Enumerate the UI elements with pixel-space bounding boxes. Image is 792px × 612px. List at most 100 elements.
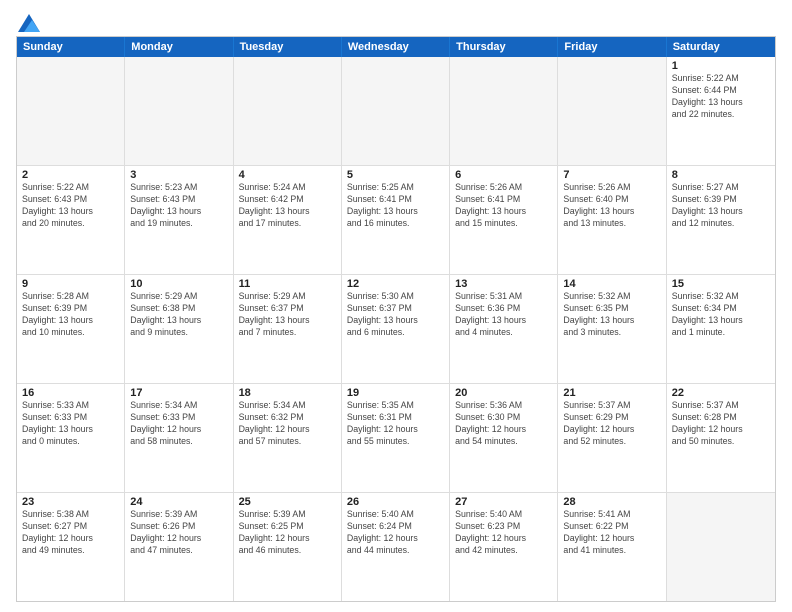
day-number: 17	[130, 387, 227, 399]
cal-cell	[234, 57, 342, 165]
calendar-body: 1Sunrise: 5:22 AM Sunset: 6:44 PM Daylig…	[17, 57, 775, 601]
cal-cell	[450, 57, 558, 165]
day-info: Sunrise: 5:28 AM Sunset: 6:39 PM Dayligh…	[22, 291, 119, 339]
calendar-header: SundayMondayTuesdayWednesdayThursdayFrid…	[17, 37, 775, 57]
cal-cell: 2Sunrise: 5:22 AM Sunset: 6:43 PM Daylig…	[17, 166, 125, 274]
day-number: 16	[22, 387, 119, 399]
calendar-row-2: 2Sunrise: 5:22 AM Sunset: 6:43 PM Daylig…	[17, 165, 775, 274]
day-info: Sunrise: 5:39 AM Sunset: 6:25 PM Dayligh…	[239, 509, 336, 557]
cal-cell: 3Sunrise: 5:23 AM Sunset: 6:43 PM Daylig…	[125, 166, 233, 274]
day-info: Sunrise: 5:35 AM Sunset: 6:31 PM Dayligh…	[347, 400, 444, 448]
cal-cell: 14Sunrise: 5:32 AM Sunset: 6:35 PM Dayli…	[558, 275, 666, 383]
cal-cell: 6Sunrise: 5:26 AM Sunset: 6:41 PM Daylig…	[450, 166, 558, 274]
day-number: 9	[22, 278, 119, 290]
day-info: Sunrise: 5:30 AM Sunset: 6:37 PM Dayligh…	[347, 291, 444, 339]
day-number: 12	[347, 278, 444, 290]
cal-cell	[667, 493, 775, 601]
day-number: 28	[563, 496, 660, 508]
cal-cell: 8Sunrise: 5:27 AM Sunset: 6:39 PM Daylig…	[667, 166, 775, 274]
cal-cell: 10Sunrise: 5:29 AM Sunset: 6:38 PM Dayli…	[125, 275, 233, 383]
day-info: Sunrise: 5:29 AM Sunset: 6:37 PM Dayligh…	[239, 291, 336, 339]
header-day-tuesday: Tuesday	[234, 37, 342, 57]
day-number: 8	[672, 169, 770, 181]
day-number: 4	[239, 169, 336, 181]
cal-cell: 11Sunrise: 5:29 AM Sunset: 6:37 PM Dayli…	[234, 275, 342, 383]
calendar: SundayMondayTuesdayWednesdayThursdayFrid…	[16, 36, 776, 602]
cal-cell: 25Sunrise: 5:39 AM Sunset: 6:25 PM Dayli…	[234, 493, 342, 601]
day-number: 18	[239, 387, 336, 399]
day-info: Sunrise: 5:24 AM Sunset: 6:42 PM Dayligh…	[239, 182, 336, 230]
day-number: 2	[22, 169, 119, 181]
cal-cell: 19Sunrise: 5:35 AM Sunset: 6:31 PM Dayli…	[342, 384, 450, 492]
day-number: 22	[672, 387, 770, 399]
day-info: Sunrise: 5:25 AM Sunset: 6:41 PM Dayligh…	[347, 182, 444, 230]
day-number: 23	[22, 496, 119, 508]
day-info: Sunrise: 5:32 AM Sunset: 6:34 PM Dayligh…	[672, 291, 770, 339]
cal-cell: 1Sunrise: 5:22 AM Sunset: 6:44 PM Daylig…	[667, 57, 775, 165]
cal-cell: 4Sunrise: 5:24 AM Sunset: 6:42 PM Daylig…	[234, 166, 342, 274]
day-number: 10	[130, 278, 227, 290]
day-info: Sunrise: 5:22 AM Sunset: 6:44 PM Dayligh…	[672, 73, 770, 121]
page: SundayMondayTuesdayWednesdayThursdayFrid…	[0, 0, 792, 612]
calendar-row-1: 1Sunrise: 5:22 AM Sunset: 6:44 PM Daylig…	[17, 57, 775, 165]
cal-cell: 7Sunrise: 5:26 AM Sunset: 6:40 PM Daylig…	[558, 166, 666, 274]
day-info: Sunrise: 5:39 AM Sunset: 6:26 PM Dayligh…	[130, 509, 227, 557]
cal-cell: 28Sunrise: 5:41 AM Sunset: 6:22 PM Dayli…	[558, 493, 666, 601]
cal-cell	[125, 57, 233, 165]
header-day-monday: Monday	[125, 37, 233, 57]
day-info: Sunrise: 5:37 AM Sunset: 6:28 PM Dayligh…	[672, 400, 770, 448]
day-info: Sunrise: 5:27 AM Sunset: 6:39 PM Dayligh…	[672, 182, 770, 230]
cal-cell: 9Sunrise: 5:28 AM Sunset: 6:39 PM Daylig…	[17, 275, 125, 383]
header-day-sunday: Sunday	[17, 37, 125, 57]
header	[16, 16, 776, 28]
header-day-saturday: Saturday	[667, 37, 775, 57]
day-info: Sunrise: 5:37 AM Sunset: 6:29 PM Dayligh…	[563, 400, 660, 448]
calendar-row-4: 16Sunrise: 5:33 AM Sunset: 6:33 PM Dayli…	[17, 383, 775, 492]
day-number: 13	[455, 278, 552, 290]
cal-cell: 23Sunrise: 5:38 AM Sunset: 6:27 PM Dayli…	[17, 493, 125, 601]
cal-cell: 20Sunrise: 5:36 AM Sunset: 6:30 PM Dayli…	[450, 384, 558, 492]
cal-cell: 17Sunrise: 5:34 AM Sunset: 6:33 PM Dayli…	[125, 384, 233, 492]
day-number: 6	[455, 169, 552, 181]
day-number: 27	[455, 496, 552, 508]
day-info: Sunrise: 5:23 AM Sunset: 6:43 PM Dayligh…	[130, 182, 227, 230]
cal-cell: 16Sunrise: 5:33 AM Sunset: 6:33 PM Dayli…	[17, 384, 125, 492]
day-number: 11	[239, 278, 336, 290]
day-number: 3	[130, 169, 227, 181]
day-info: Sunrise: 5:34 AM Sunset: 6:32 PM Dayligh…	[239, 400, 336, 448]
day-info: Sunrise: 5:38 AM Sunset: 6:27 PM Dayligh…	[22, 509, 119, 557]
cal-cell: 15Sunrise: 5:32 AM Sunset: 6:34 PM Dayli…	[667, 275, 775, 383]
day-number: 15	[672, 278, 770, 290]
cal-cell	[342, 57, 450, 165]
day-info: Sunrise: 5:26 AM Sunset: 6:41 PM Dayligh…	[455, 182, 552, 230]
day-info: Sunrise: 5:36 AM Sunset: 6:30 PM Dayligh…	[455, 400, 552, 448]
day-number: 1	[672, 60, 770, 72]
day-info: Sunrise: 5:33 AM Sunset: 6:33 PM Dayligh…	[22, 400, 119, 448]
cal-cell: 13Sunrise: 5:31 AM Sunset: 6:36 PM Dayli…	[450, 275, 558, 383]
logo	[16, 16, 40, 28]
day-number: 26	[347, 496, 444, 508]
day-info: Sunrise: 5:40 AM Sunset: 6:23 PM Dayligh…	[455, 509, 552, 557]
calendar-row-3: 9Sunrise: 5:28 AM Sunset: 6:39 PM Daylig…	[17, 274, 775, 383]
cal-cell: 24Sunrise: 5:39 AM Sunset: 6:26 PM Dayli…	[125, 493, 233, 601]
day-info: Sunrise: 5:40 AM Sunset: 6:24 PM Dayligh…	[347, 509, 444, 557]
header-day-wednesday: Wednesday	[342, 37, 450, 57]
day-info: Sunrise: 5:26 AM Sunset: 6:40 PM Dayligh…	[563, 182, 660, 230]
day-number: 7	[563, 169, 660, 181]
calendar-row-5: 23Sunrise: 5:38 AM Sunset: 6:27 PM Dayli…	[17, 492, 775, 601]
day-number: 24	[130, 496, 227, 508]
day-info: Sunrise: 5:34 AM Sunset: 6:33 PM Dayligh…	[130, 400, 227, 448]
header-day-thursday: Thursday	[450, 37, 558, 57]
day-info: Sunrise: 5:31 AM Sunset: 6:36 PM Dayligh…	[455, 291, 552, 339]
day-info: Sunrise: 5:32 AM Sunset: 6:35 PM Dayligh…	[563, 291, 660, 339]
header-day-friday: Friday	[558, 37, 666, 57]
cal-cell: 27Sunrise: 5:40 AM Sunset: 6:23 PM Dayli…	[450, 493, 558, 601]
day-number: 25	[239, 496, 336, 508]
cal-cell	[17, 57, 125, 165]
day-number: 20	[455, 387, 552, 399]
day-number: 5	[347, 169, 444, 181]
logo-icon	[18, 14, 40, 32]
cal-cell: 12Sunrise: 5:30 AM Sunset: 6:37 PM Dayli…	[342, 275, 450, 383]
day-info: Sunrise: 5:41 AM Sunset: 6:22 PM Dayligh…	[563, 509, 660, 557]
cal-cell: 5Sunrise: 5:25 AM Sunset: 6:41 PM Daylig…	[342, 166, 450, 274]
